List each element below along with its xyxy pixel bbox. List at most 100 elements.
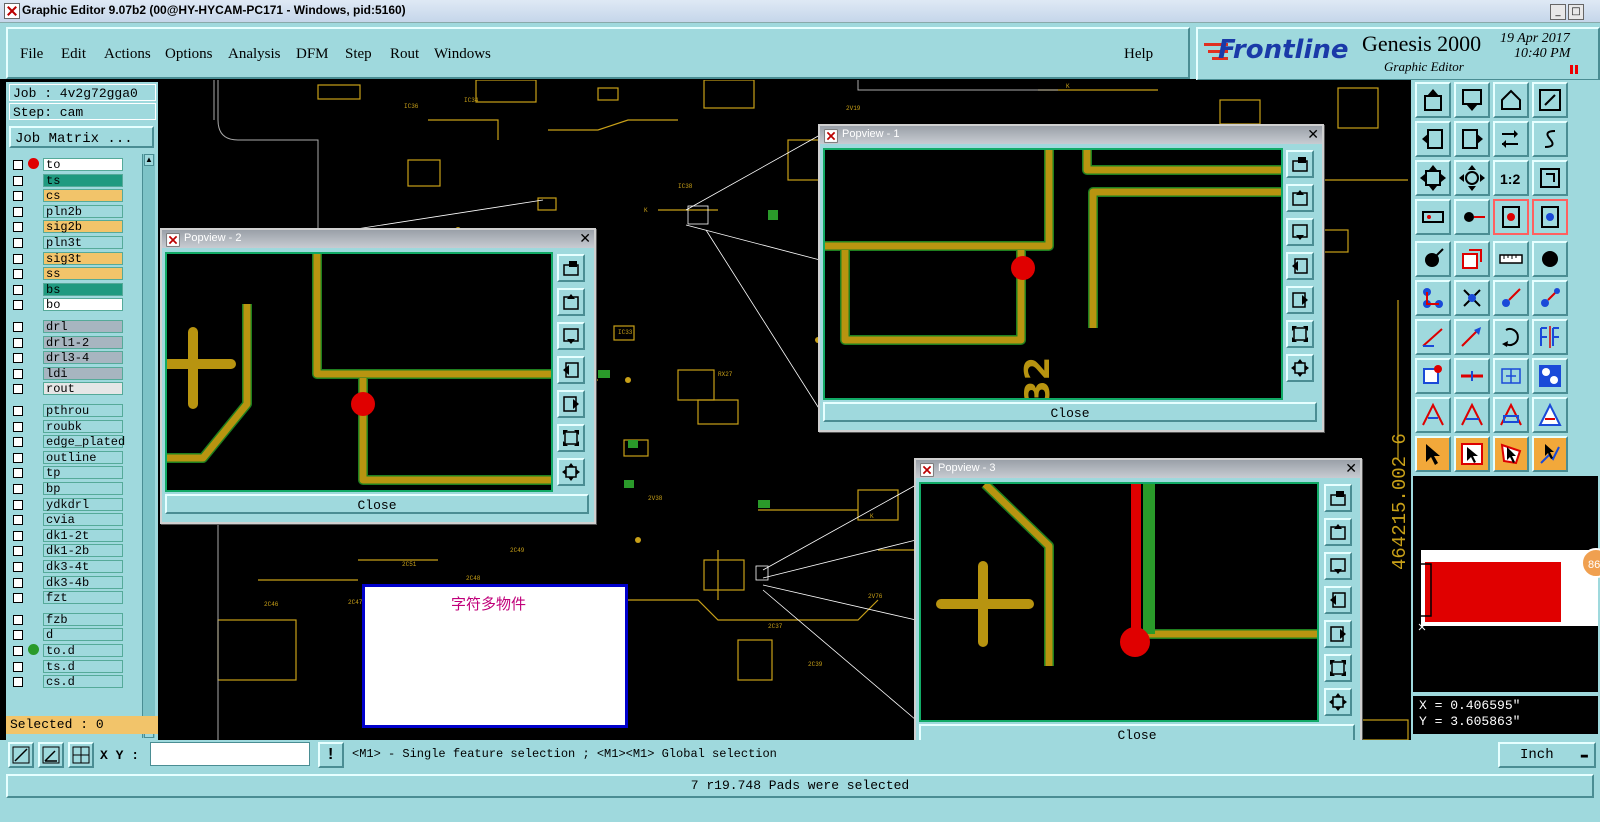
menu-analysis[interactable]: Analysis [228, 46, 281, 63]
layer-checkbox[interactable] [13, 484, 23, 494]
popview-2-viewport[interactable] [165, 252, 553, 492]
layer-name[interactable]: dk1-2b [43, 544, 123, 558]
units-selector[interactable]: Inch ▬ [1498, 742, 1596, 768]
layer-name[interactable]: cs.d [43, 675, 123, 689]
popview-2-titlebar[interactable]: Popview - 2 ✕ [162, 230, 594, 248]
layer-checkbox[interactable] [13, 406, 23, 416]
select-poly-tool-icon[interactable] [1493, 436, 1529, 472]
layer-name[interactable]: tp [43, 466, 123, 480]
layer-checkbox[interactable] [13, 661, 23, 672]
grid-mode-icon[interactable] [68, 742, 94, 768]
layer-checkbox[interactable] [13, 437, 23, 448]
layer-row[interactable]: pthrou [9, 404, 139, 418]
layer-checkbox[interactable] [13, 421, 23, 432]
layer-name[interactable]: to.d [43, 644, 123, 658]
menu-step[interactable]: Step [345, 46, 372, 63]
layer-checkbox[interactable] [13, 630, 23, 641]
zoom-home-tool-icon[interactable] [1415, 82, 1451, 118]
layer-checkbox[interactable] [13, 322, 23, 332]
layer-name[interactable]: outline [43, 450, 123, 464]
layer-name[interactable]: d [43, 628, 123, 642]
pad-tool-icon[interactable] [1415, 241, 1451, 277]
layer-name[interactable]: roubk [43, 419, 123, 433]
layer-name[interactable]: ydkdrl [43, 497, 123, 511]
layer-row[interactable]: ss [9, 267, 139, 281]
zoom-in-tool-icon[interactable] [1454, 82, 1490, 118]
popview-1-viewport[interactable]: 32 [823, 148, 1283, 400]
layer-list-scrollbar[interactable]: ▲ ▼ [142, 154, 155, 738]
zoom-in-button[interactable] [1286, 184, 1314, 212]
probe-tool-icon[interactable] [1454, 199, 1490, 235]
draw-a-tool-icon[interactable] [1415, 397, 1451, 433]
layer-row[interactable]: cs.d [9, 675, 139, 689]
layer-row[interactable]: dk1-2t [9, 528, 139, 543]
zoom-out-button[interactable] [1286, 218, 1314, 246]
pan-right-button[interactable] [557, 390, 585, 418]
zoom-fit-button[interactable] [1286, 320, 1314, 348]
align-tool-icon[interactable] [1493, 358, 1529, 394]
layer-row[interactable]: cvia [9, 513, 139, 527]
layer-name[interactable]: rout [43, 382, 123, 396]
layer-row[interactable]: drl1-2 [9, 335, 139, 350]
layer-row[interactable]: drl [9, 320, 139, 334]
layer-name[interactable]: sig3t [43, 251, 123, 265]
menu-file[interactable]: File [20, 46, 43, 63]
layer-checkbox[interactable] [13, 546, 23, 557]
layer-row[interactable]: drl3-4 [9, 351, 139, 365]
connect-tool-icon[interactable] [1415, 280, 1451, 316]
pan-right-button[interactable] [1286, 286, 1314, 314]
layer-checkbox[interactable] [13, 175, 23, 186]
menu-help[interactable]: Help [1124, 46, 1153, 63]
layer-row[interactable]: bs [9, 282, 139, 297]
zoom-fit-tool-icon[interactable] [1415, 160, 1451, 196]
layer-checkbox[interactable] [13, 269, 23, 280]
zoom-in-button[interactable] [1324, 518, 1352, 546]
home-tool-icon[interactable] [1493, 82, 1529, 118]
layer-checkbox[interactable] [13, 562, 23, 572]
angle-mode-icon[interactable] [38, 742, 64, 768]
menu-windows[interactable]: Windows [434, 46, 491, 63]
layer-row[interactable]: tp [9, 466, 139, 480]
layer-row[interactable]: edge_plated [9, 435, 139, 449]
layer-name[interactable]: bs [43, 282, 123, 296]
popview-2-close-button[interactable]: Close [165, 494, 589, 514]
select-area-tool-icon[interactable] [1454, 436, 1490, 472]
layer-checkbox[interactable] [13, 284, 23, 295]
layer-name[interactable]: cvia [43, 513, 123, 527]
zoom-home-button[interactable] [1324, 484, 1352, 512]
layer-name[interactable]: ts.d [43, 659, 123, 673]
zoom-center-button[interactable] [1286, 354, 1314, 382]
layer-checkbox[interactable] [13, 160, 23, 170]
maximize-button[interactable]: □ [1568, 4, 1584, 20]
pan-right-button[interactable] [1324, 620, 1352, 648]
circle-pad-tool-icon[interactable] [1532, 241, 1568, 277]
minimize-button[interactable]: _ [1550, 4, 1566, 20]
layer-row[interactable]: fzb [9, 612, 139, 627]
layer-name[interactable]: bp [43, 482, 123, 496]
pan-left-button[interactable] [1286, 252, 1314, 280]
layer-checkbox[interactable] [13, 515, 23, 526]
zoom-in-button[interactable] [557, 288, 585, 316]
layer-name[interactable]: pln3t [43, 236, 123, 250]
select-net-tool-icon[interactable] [1415, 358, 1451, 394]
layer-checkbox[interactable] [13, 206, 23, 217]
layer-row[interactable]: to.d [9, 644, 139, 658]
scroll-up-icon[interactable]: ▲ [144, 154, 154, 166]
layer-row[interactable]: bo [9, 298, 139, 312]
zoom-home-button[interactable] [1286, 150, 1314, 178]
layer-name[interactable]: pln2b [43, 204, 123, 218]
popview-1-close-button[interactable]: Close [823, 402, 1317, 422]
array-tool-icon[interactable] [1532, 358, 1568, 394]
layer-row[interactable]: cs [9, 189, 139, 203]
pan-left-tool-icon[interactable] [1415, 121, 1451, 157]
layer-checkbox[interactable] [13, 368, 23, 379]
zoom-out-button[interactable] [1324, 552, 1352, 580]
layer-name[interactable]: sig2b [43, 220, 123, 234]
layer-checkbox[interactable] [13, 530, 23, 541]
layer-row[interactable]: bp [9, 482, 139, 496]
zoom-area-tool-icon[interactable] [1532, 82, 1568, 118]
layer-name[interactable]: drl3-4 [43, 351, 123, 365]
pan-left-button[interactable] [557, 356, 585, 384]
layer-checkbox[interactable] [13, 253, 23, 264]
layer-row[interactable]: to [9, 158, 139, 172]
